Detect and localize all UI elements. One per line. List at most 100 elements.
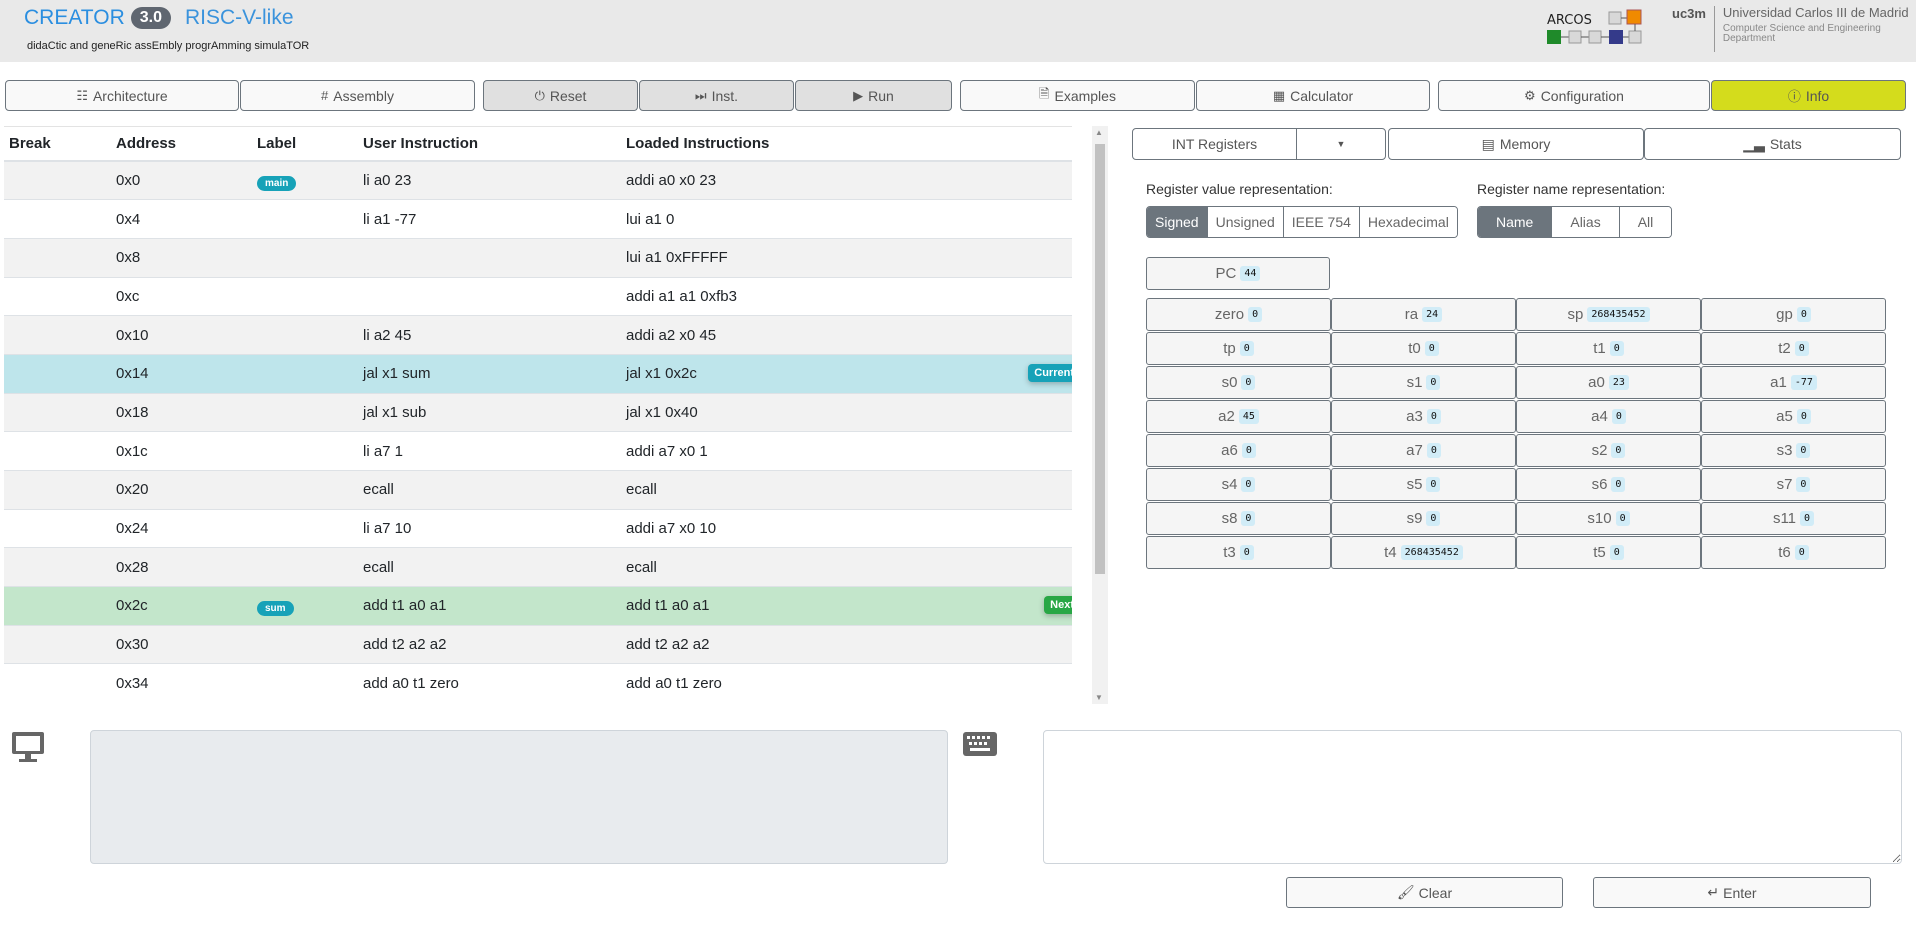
register-a4[interactable]: a4 0 <box>1516 400 1701 433</box>
assembly-button[interactable]: # Assembly <box>240 80 475 111</box>
header-user-instruction: User Instruction <box>358 127 621 162</box>
power-icon: ⏻ <box>534 87 545 103</box>
table-row[interactable]: 0x2c sum add t1 a0 a1 add t1 a0 a1 Next <box>4 586 1072 626</box>
step-instruction-button[interactable]: ⏭ Inst. <box>639 80 794 111</box>
table-row[interactable]: 0x0 main li a0 23 addi a0 x0 23 <box>4 160 1072 200</box>
register-s7[interactable]: s7 0 <box>1701 468 1886 501</box>
table-row[interactable]: 0x34 add a0 t1 zero add a0 t1 zero <box>4 663 1072 703</box>
register-gp[interactable]: gp 0 <box>1701 298 1886 331</box>
break-cell[interactable] <box>4 431 111 471</box>
value-repr-signed[interactable]: Signed <box>1147 207 1207 237</box>
table-row[interactable]: 0x10 li a2 45 addi a2 x0 45 <box>4 315 1072 355</box>
register-s8[interactable]: s8 0 <box>1146 502 1331 535</box>
register-a2[interactable]: a2 45 <box>1146 400 1331 433</box>
architecture-button[interactable]: ☷ Architecture <box>5 80 239 111</box>
clear-button[interactable]: 🖌 Clear <box>1286 877 1563 908</box>
memory-tab[interactable]: ▤ Memory <box>1388 128 1644 160</box>
console-input[interactable] <box>1043 730 1902 864</box>
break-cell[interactable] <box>4 237 111 278</box>
break-cell[interactable] <box>4 160 111 200</box>
scroll-down-arrow-icon[interactable]: ▼ <box>1095 693 1103 702</box>
break-cell[interactable] <box>4 508 111 548</box>
register-type-dropdown[interactable]: ▼ <box>1296 128 1386 160</box>
register-t2[interactable]: t2 0 <box>1701 332 1886 365</box>
scroll-up-arrow-icon[interactable]: ▲ <box>1095 128 1103 137</box>
register-sp[interactable]: sp 268435452 <box>1516 298 1701 331</box>
table-row[interactable]: 0x1c li a7 1 addi a7 x0 1 <box>4 431 1072 471</box>
register-zero[interactable]: zero 0 <box>1146 298 1331 331</box>
register-t3[interactable]: t3 0 <box>1146 536 1331 569</box>
register-name: s3 <box>1776 442 1793 459</box>
examples-button[interactable]: 🗎 Examples <box>960 80 1195 111</box>
break-cell[interactable] <box>4 624 111 664</box>
table-row[interactable]: 0xc addi a1 a1 0xfb3 <box>4 276 1072 316</box>
name-repr-name[interactable]: Name <box>1478 207 1552 237</box>
table-row[interactable]: 0x30 add t2 a2 a2 add t2 a2 a2 <box>4 624 1072 664</box>
break-cell[interactable] <box>4 663 111 703</box>
info-button[interactable]: ⓘ Info <box>1711 80 1906 111</box>
reset-button[interactable]: ⏻ Reset <box>483 80 638 111</box>
user-instruction-cell: jal x1 sum <box>358 353 621 394</box>
table-row[interactable]: 0x24 li a7 10 addi a7 x0 10 <box>4 508 1072 548</box>
table-row[interactable]: 0x28 ecall ecall <box>4 547 1072 587</box>
break-cell[interactable] <box>4 315 111 355</box>
register-s3[interactable]: s3 0 <box>1701 434 1886 467</box>
register-a5[interactable]: a5 0 <box>1701 400 1886 433</box>
register-s4[interactable]: s4 0 <box>1146 468 1331 501</box>
register-value: 0 <box>1426 443 1441 458</box>
table-scrollbar[interactable]: ▲ ▼ <box>1092 126 1108 704</box>
calculator-button[interactable]: ▦ Calculator <box>1196 80 1430 111</box>
scrollbar-thumb[interactable] <box>1095 144 1105 574</box>
register-t5[interactable]: t5 0 <box>1516 536 1701 569</box>
name-repr-alias[interactable]: Alias <box>1551 207 1619 237</box>
configuration-button[interactable]: ⚙ Configuration <box>1438 80 1710 111</box>
table-row[interactable]: 0x20 ecall ecall <box>4 470 1072 510</box>
break-cell[interactable] <box>4 276 111 316</box>
table-row[interactable]: 0x14 jal x1 sum jal x1 0x2c Current <box>4 353 1072 394</box>
register-s0[interactable]: s0 0 <box>1146 366 1331 399</box>
name-repr-all[interactable]: All <box>1618 207 1672 237</box>
table-row[interactable]: 0x8 lui a1 0xFFFFF <box>4 237 1072 278</box>
break-cell[interactable] <box>4 392 111 432</box>
register-s2[interactable]: s2 0 <box>1516 434 1701 467</box>
register-value: 0 <box>1796 477 1811 492</box>
value-repr-hexadecimal[interactable]: Hexadecimal <box>1358 207 1457 237</box>
value-repr-unsigned[interactable]: Unsigned <box>1206 207 1283 237</box>
register-pc[interactable]: PC 44 <box>1146 257 1330 290</box>
break-cell[interactable] <box>4 353 111 394</box>
break-cell[interactable] <box>4 547 111 587</box>
enter-button[interactable]: ↵ Enter <box>1593 877 1871 908</box>
register-s6[interactable]: s6 0 <box>1516 468 1701 501</box>
register-a1[interactable]: a1 -77 <box>1701 366 1886 399</box>
register-a3[interactable]: a3 0 <box>1331 400 1516 433</box>
register-t4[interactable]: t4 268435452 <box>1331 536 1516 569</box>
break-cell[interactable] <box>4 470 111 510</box>
register-s1[interactable]: s1 0 <box>1331 366 1516 399</box>
register-s10[interactable]: s10 0 <box>1516 502 1701 535</box>
register-name: t6 <box>1778 544 1791 561</box>
header-break: Break <box>4 127 111 162</box>
loaded-instruction-cell: addi a7 x0 10 <box>621 508 1072 548</box>
break-cell[interactable] <box>4 199 111 239</box>
register-a0[interactable]: a0 23 <box>1516 366 1701 399</box>
register-a6[interactable]: a6 0 <box>1146 434 1331 467</box>
register-value: 0 <box>1239 545 1254 560</box>
run-button[interactable]: ▶ Run <box>795 80 952 111</box>
register-ra[interactable]: ra 24 <box>1331 298 1516 331</box>
register-t6[interactable]: t6 0 <box>1701 536 1886 569</box>
register-s11[interactable]: s11 0 <box>1701 502 1886 535</box>
register-t1[interactable]: t1 0 <box>1516 332 1701 365</box>
table-row[interactable]: 0x4 li a1 -77 lui a1 0 <box>4 199 1072 239</box>
stats-tab[interactable]: ▁▃ Stats <box>1644 128 1901 160</box>
register-s5[interactable]: s5 0 <box>1331 468 1516 501</box>
register-s9[interactable]: s9 0 <box>1331 502 1516 535</box>
label-cell <box>252 470 358 510</box>
int-registers-tab[interactable]: INT Registers <box>1132 128 1297 160</box>
register-a7[interactable]: a7 0 <box>1331 434 1516 467</box>
register-t0[interactable]: t0 0 <box>1331 332 1516 365</box>
register-tp[interactable]: tp 0 <box>1146 332 1331 365</box>
register-name: t3 <box>1223 544 1236 561</box>
table-row[interactable]: 0x18 jal x1 sub jal x1 0x40 <box>4 392 1072 432</box>
break-cell[interactable] <box>4 586 111 626</box>
value-repr-ieee-754[interactable]: IEEE 754 <box>1282 207 1359 237</box>
